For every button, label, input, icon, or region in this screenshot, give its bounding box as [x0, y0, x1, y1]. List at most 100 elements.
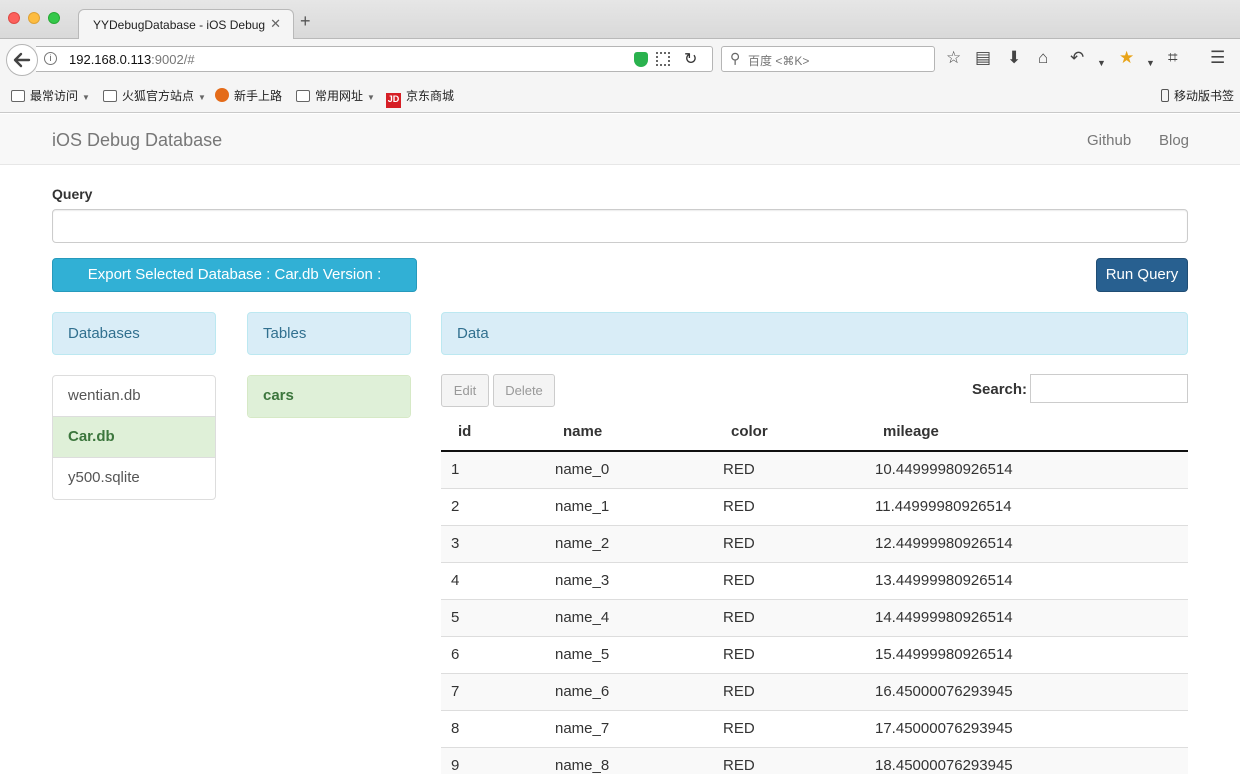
table-cell-color: RED [714, 635, 866, 673]
column-header-mileage[interactable]: mileage [866, 412, 1188, 452]
edit-button[interactable]: Edit [441, 374, 489, 407]
table-cell-id: 2 [441, 487, 546, 525]
bookmark-common-sites[interactable]: 常用网址 ▼ [296, 87, 375, 104]
download-icon[interactable]: ⬇ [1007, 48, 1021, 68]
table-row[interactable]: 4 name_3 RED 13.44999980926514 [441, 561, 1188, 599]
table-row[interactable]: 7 name_6 RED 16.45000076293945 [441, 672, 1188, 710]
table-body: 1 name_0 RED 10.44999980926514 2 name_1 RED 11.… [441, 450, 1188, 774]
table-cell-color: RED [714, 561, 866, 599]
home-icon[interactable]: ⌂ [1038, 48, 1048, 68]
data-panel-heading: Data [441, 312, 1188, 355]
reading-list-icon[interactable]: ▤ [975, 48, 991, 68]
menu-icon[interactable]: ☰ [1210, 48, 1225, 68]
table-cell-color: RED [714, 450, 866, 488]
search-icon: ⚲ [730, 50, 741, 66]
table-cell-name: name_0 [546, 450, 714, 488]
undo-icon[interactable]: ↶ [1070, 48, 1084, 68]
table-row[interactable]: 1 name_0 RED 10.44999980926514 [441, 450, 1188, 488]
undo-menu-chevron-down-icon[interactable]: ▼ [1097, 53, 1106, 73]
table-cell-id: 8 [441, 709, 546, 747]
table-cell-name: name_7 [546, 709, 714, 747]
table-cell-color: RED [714, 524, 866, 562]
tab-close-icon[interactable]: ✕ [270, 16, 281, 32]
bookmark-label: 新手上路 [234, 89, 283, 103]
nav-link-github[interactable]: Github [1087, 132, 1131, 149]
chevron-down-icon: ▼ [82, 93, 90, 102]
search-placeholder: 百度 <⌘K> [748, 54, 810, 68]
table-row[interactable]: 5 name_4 RED 14.44999980926514 [441, 598, 1188, 636]
table-cell-name: name_1 [546, 487, 714, 525]
new-tab-icon[interactable]: + [300, 12, 311, 30]
crop-icon[interactable]: ⌗ [1168, 48, 1178, 68]
bookmark-label: 京东商城 [406, 89, 455, 103]
column-header-id[interactable]: id [441, 412, 546, 452]
url-path: :9002/# [151, 52, 195, 67]
table-row[interactable]: 3 name_2 RED 12.44999980926514 [441, 524, 1188, 562]
database-item-y500[interactable]: y500.sqlite [53, 458, 215, 499]
table-cell-id: 3 [441, 524, 546, 562]
query-label: Query [52, 186, 93, 202]
query-input[interactable] [52, 209, 1188, 243]
qr-code-icon[interactable] [656, 52, 670, 66]
chevron-down-icon: ▼ [367, 93, 375, 102]
reload-icon[interactable]: ↻ [684, 49, 697, 69]
app-navbar: iOS Debug Database Github Blog [0, 114, 1240, 165]
table-cell-color: RED [714, 598, 866, 636]
table-header-row: id name color mileage [441, 412, 1188, 452]
table-cell-mileage: 10.44999980926514 [866, 450, 1188, 488]
run-query-button[interactable]: Run Query [1096, 258, 1188, 292]
table-cell-mileage: 15.44999980926514 [866, 635, 1188, 673]
table-row[interactable]: 6 name_5 RED 15.44999980926514 [441, 635, 1188, 673]
jd-icon: JD [386, 93, 401, 108]
tables-panel-heading: Tables [247, 312, 411, 355]
browser-tab[interactable]: YYDebugDatabase - iOS Debug D ✕ [78, 9, 294, 40]
browser-tab-bar: YYDebugDatabase - iOS Debug D ✕ + [0, 0, 1240, 40]
nav-link-blog[interactable]: Blog [1159, 132, 1189, 149]
bookmark-jd[interactable]: JD 京东商城 [386, 87, 454, 108]
table-cell-name: name_6 [546, 672, 714, 710]
zoom-window-button[interactable] [48, 12, 60, 24]
table-row[interactable]: 2 name_1 RED 11.44999980926514 [441, 487, 1188, 525]
table-cell-mileage: 14.44999980926514 [866, 598, 1188, 636]
url-bar[interactable]: i 192.168.0.113:9002/# ↻ [36, 46, 713, 72]
delete-button[interactable]: Delete [493, 374, 555, 407]
export-database-button[interactable]: Export Selected Database : Car.db Versio… [52, 258, 417, 315]
folder-icon [103, 90, 117, 102]
search-bar[interactable]: ⚲ 百度 <⌘K> [721, 46, 935, 72]
table-item-cars[interactable]: cars [248, 376, 410, 417]
table-cell-mileage: 11.44999980926514 [866, 487, 1188, 525]
extension-star-icon[interactable]: ★ [1119, 48, 1134, 68]
table-cell-mileage: 16.45000076293945 [866, 672, 1188, 710]
table-cell-name: name_5 [546, 635, 714, 673]
bookmark-star-icon[interactable]: ☆ [946, 48, 961, 68]
bookmark-label: 火狐官方站点 [122, 89, 195, 103]
table-row[interactable]: 9 name_8 RED 18.45000076293945 [441, 746, 1188, 774]
table-cell-mileage: 12.44999980926514 [866, 524, 1188, 562]
shield-icon[interactable] [634, 52, 648, 67]
minimize-window-button[interactable] [28, 12, 40, 24]
table-cell-id: 6 [441, 635, 546, 673]
table-row[interactable]: 8 name_7 RED 17.45000076293945 [441, 709, 1188, 747]
table-cell-color: RED [714, 487, 866, 525]
database-list: wentian.db Car.db y500.sqlite [52, 375, 216, 500]
table-cell-id: 9 [441, 746, 546, 774]
database-item-car[interactable]: Car.db [53, 417, 215, 458]
folder-icon [11, 90, 25, 102]
table-cell-color: RED [714, 672, 866, 710]
column-header-color[interactable]: color [714, 412, 866, 452]
info-icon[interactable]: i [44, 52, 57, 65]
database-item-wentian[interactable]: wentian.db [53, 376, 215, 417]
table-cell-name: name_4 [546, 598, 714, 636]
mobile-bookmarks[interactable]: 移动版书签 [1161, 87, 1234, 104]
back-button[interactable] [6, 44, 38, 76]
close-window-button[interactable] [8, 12, 20, 24]
table-cell-id: 7 [441, 672, 546, 710]
bookmark-most-visited[interactable]: 最常访问 ▼ [11, 87, 90, 104]
extension-menu-chevron-down-icon[interactable]: ▼ [1146, 53, 1155, 73]
brand-title[interactable]: iOS Debug Database [52, 130, 222, 151]
bookmark-getting-started[interactable]: 新手上路 [215, 87, 282, 104]
bookmark-firefox-sites[interactable]: 火狐官方站点 ▼ [103, 87, 206, 104]
table-cell-mileage: 17.45000076293945 [866, 709, 1188, 747]
column-header-name[interactable]: name [546, 412, 714, 452]
data-search-input[interactable] [1030, 374, 1188, 403]
